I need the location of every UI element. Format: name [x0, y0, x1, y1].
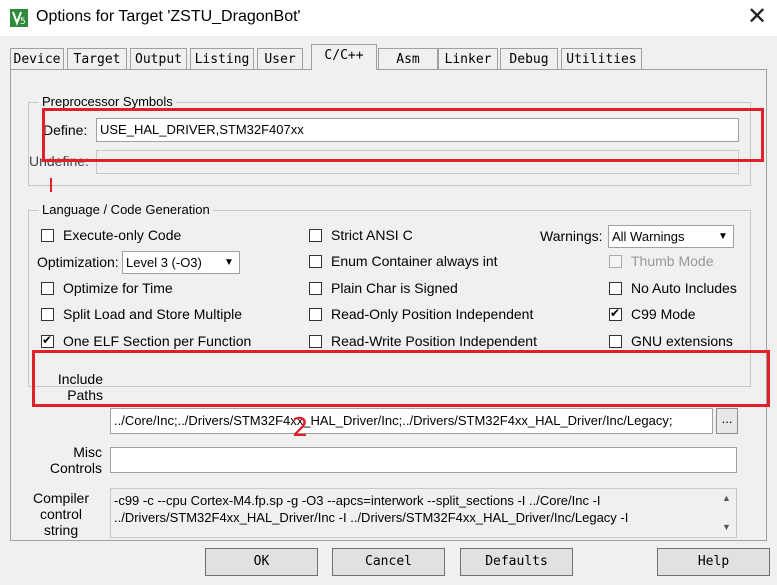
checkbox-label: Thumb Mode: [631, 253, 714, 269]
optimization-dropdown[interactable]: Level 3 (-O3) ▼: [122, 251, 240, 274]
dialog-client: Device Target Output Listing User C/C++ …: [0, 36, 777, 585]
close-icon[interactable]: ✕: [743, 3, 771, 31]
help-button[interactable]: Help: [657, 548, 770, 576]
keil-app-icon: 5: [10, 9, 28, 27]
include-label-line1: Include: [57, 371, 103, 387]
optimization-value: Level 3 (-O3): [126, 255, 202, 270]
tab-linker[interactable]: Linker: [438, 48, 498, 69]
checkbox-label: GNU extensions: [631, 333, 733, 349]
tab-panel-c-cpp: Preprocessor Symbols Define: USE_HAL_DRI…: [10, 69, 767, 541]
tab-asm[interactable]: Asm: [378, 48, 438, 69]
svg-text:5: 5: [20, 17, 26, 27]
misc-controls-input[interactable]: [110, 447, 737, 473]
checkbox-box-checked: [609, 306, 622, 321]
include-paths-label: Include Paths: [43, 371, 103, 403]
compiler-control-string-textarea[interactable]: -c99 -c --cpu Cortex-M4.fp.sp -g -O3 --a…: [110, 488, 737, 538]
misc-label-line2: Controls: [49, 460, 102, 476]
include-paths-browse-button[interactable]: ...: [716, 408, 738, 434]
checkbox-box: [609, 255, 622, 268]
checkbox-box: [309, 255, 322, 268]
undefine-label: Undefine:: [29, 153, 89, 169]
scroll-down-icon[interactable]: ▼: [718, 519, 735, 536]
tab-target[interactable]: Target: [67, 48, 127, 69]
checkbox-box: [41, 229, 54, 242]
checkbox-box-checked: [41, 333, 54, 348]
scroll-up-icon[interactable]: ▲: [718, 490, 735, 507]
defaults-button[interactable]: Defaults: [460, 548, 573, 576]
checkbox-label: Strict ANSI C: [331, 227, 413, 243]
checkbox-label: Enum Container always int: [331, 253, 498, 269]
tab-utilities[interactable]: Utilities: [561, 48, 642, 69]
define-input[interactable]: USE_HAL_DRIVER,STM32F407xx: [96, 118, 739, 142]
tab-debug[interactable]: Debug: [500, 48, 558, 69]
language-codegen-group: Language / Code Generation Execute-only …: [28, 202, 751, 403]
include-paths-input[interactable]: ../Core/Inc;../Drivers/STM32F4xx_HAL_Dri…: [110, 408, 713, 434]
ok-button[interactable]: OK: [205, 548, 318, 576]
checkbox-label: Execute-only Code: [63, 227, 182, 243]
include-label-line2: Paths: [67, 387, 103, 403]
checkbox-label: Optimize for Time: [63, 280, 173, 296]
warnings-dropdown[interactable]: All Warnings ▼: [608, 225, 734, 248]
warnings-value: All Warnings: [612, 229, 685, 244]
annotation-tick-mark: [50, 178, 52, 192]
define-label: Define:: [43, 122, 88, 138]
checkbox-label: No Auto Includes: [631, 280, 737, 296]
misc-label-line1: Misc: [73, 444, 102, 460]
compiler-label-line3: string: [43, 522, 79, 538]
tab-device[interactable]: Device: [10, 48, 64, 69]
preprocessor-symbols-group: Preprocessor Symbols Define: USE_HAL_DRI…: [28, 94, 751, 186]
misc-controls-label: Misc Controls: [42, 444, 102, 476]
checkbox-label: Read-Only Position Independent: [331, 306, 534, 322]
optimization-label: Optimization:: [37, 254, 119, 270]
undefine-input[interactable]: [96, 150, 739, 174]
checkbox-box: [41, 282, 54, 295]
checkbox-box: [41, 308, 54, 321]
vertical-scrollbar[interactable]: ▲ ▼: [718, 490, 735, 536]
title-bar: 5 Options for Target 'ZSTU_DragonBot' ✕: [0, 0, 777, 36]
cancel-button[interactable]: Cancel: [332, 548, 445, 576]
compiler-control-string-label: Compiler control string: [28, 490, 94, 538]
checkbox-box: [309, 335, 322, 348]
warnings-label: Warnings:: [540, 228, 603, 244]
tab-c-cpp[interactable]: C/C++: [311, 44, 377, 70]
tab-listing[interactable]: Listing: [190, 48, 254, 69]
compiler-string-line2: ../Drivers/STM32F4xx_HAL_Driver/Inc -I .…: [114, 510, 629, 525]
checkbox-label: One ELF Section per Function: [63, 333, 252, 349]
checkbox-label: C99 Mode: [631, 306, 696, 322]
language-group-label: Language / Code Generation: [39, 202, 213, 217]
checkbox-box: [309, 229, 322, 242]
checkbox-label: Split Load and Store Multiple: [63, 306, 242, 322]
checkbox-box: [309, 282, 322, 295]
window-title: Options for Target 'ZSTU_DragonBot': [36, 8, 301, 25]
checkbox-box: [609, 335, 622, 348]
dropdown-arrow-icon: ▼: [224, 257, 234, 268]
checkbox-label: Plain Char is Signed: [331, 280, 458, 296]
dropdown-arrow-icon: ▼: [718, 231, 728, 242]
checkbox-box: [309, 308, 322, 321]
tab-user[interactable]: User: [257, 48, 303, 69]
compiler-label-line1: Compiler: [32, 490, 89, 506]
preprocessor-group-label: Preprocessor Symbols: [39, 94, 176, 109]
tab-output[interactable]: Output: [130, 48, 187, 69]
compiler-label-line2: control: [39, 506, 83, 522]
checkbox-label: Read-Write Position Independent: [331, 333, 537, 349]
checkbox-box: [609, 282, 622, 295]
compiler-string-line1: -c99 -c --cpu Cortex-M4.fp.sp -g -O3 --a…: [114, 493, 601, 508]
